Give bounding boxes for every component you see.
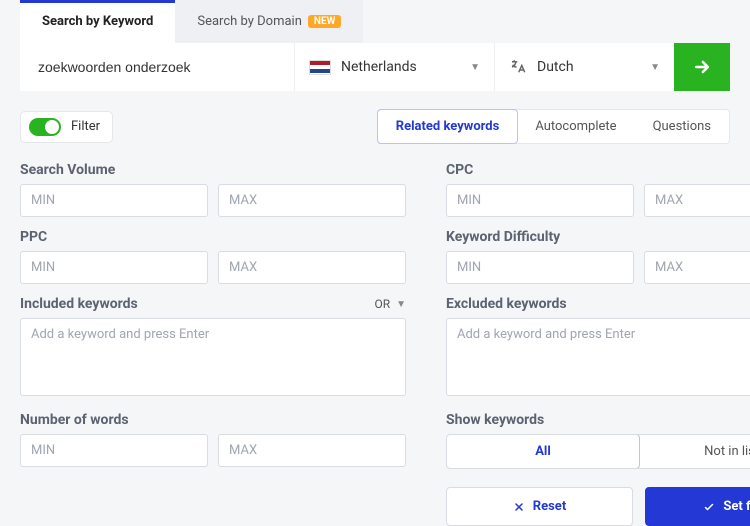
set-filter-label: Set filter: [723, 499, 750, 514]
tab-search-by-domain[interactable]: Search by Domain NEW: [175, 0, 363, 43]
filter-search-volume: Search Volume: [20, 162, 406, 217]
keyword-input[interactable]: [20, 43, 294, 91]
country-select[interactable]: Netherlands ▼: [294, 43, 494, 91]
filter-excluded-keywords: Excluded keywords OR ▼: [446, 296, 750, 400]
tab-search-by-keyword[interactable]: Search by Keyword: [20, 0, 175, 43]
search-bar: Netherlands ▼ Dutch ▼: [20, 43, 730, 91]
arrow-right-icon: [692, 57, 712, 77]
reset-button[interactable]: Reset: [446, 487, 633, 526]
kd-min[interactable]: [446, 251, 634, 284]
show-all-button[interactable]: All: [446, 434, 640, 469]
filter-ppc: PPC: [20, 229, 406, 284]
search-button[interactable]: [674, 43, 730, 91]
search-volume-label: Search Volume: [20, 162, 406, 178]
included-keywords-input[interactable]: [20, 318, 406, 396]
filter-toggle[interactable]: [29, 118, 61, 136]
tab-domain-label: Search by Domain: [197, 14, 302, 29]
reset-label: Reset: [533, 499, 566, 514]
ppc-max[interactable]: [218, 251, 406, 284]
show-keywords-segment: All Not in lists: [446, 434, 750, 469]
tab-related-keywords[interactable]: Related keywords: [377, 109, 519, 144]
cpc-label: CPC: [446, 162, 750, 178]
tab-autocomplete[interactable]: Autocomplete: [517, 110, 634, 143]
included-logic-value: OR: [374, 297, 390, 311]
chevron-down-icon: ▼: [650, 62, 660, 73]
kd-label: Keyword Difficulty: [446, 229, 750, 245]
excluded-keywords-input[interactable]: [446, 318, 750, 396]
cpc-max[interactable]: [644, 184, 750, 217]
filter-header-row: Filter Related keywords Autocomplete Que…: [20, 109, 730, 144]
language-value: Dutch: [537, 59, 640, 75]
filter-keyword-difficulty: Keyword Difficulty: [446, 229, 750, 284]
filter-toggle-pill: Filter: [20, 111, 113, 143]
filter-toggle-label: Filter: [71, 119, 100, 134]
filter-included-keywords: Included keywords OR ▼: [20, 296, 406, 400]
search-mode-tabs: Search by Keyword Search by Domain NEW: [20, 0, 730, 43]
country-value: Netherlands: [341, 59, 460, 75]
numwords-label: Number of words: [20, 412, 406, 428]
flag-netherlands-icon: [309, 60, 331, 75]
numwords-max[interactable]: [218, 434, 406, 467]
filter-cpc: CPC: [446, 162, 750, 217]
new-badge: NEW: [308, 15, 341, 28]
check-icon: [703, 501, 715, 513]
numwords-min[interactable]: [20, 434, 208, 467]
chevron-down-icon: ▼: [470, 62, 480, 73]
kd-max[interactable]: [644, 251, 750, 284]
close-icon: [513, 501, 525, 513]
tab-questions[interactable]: Questions: [635, 110, 729, 143]
search-volume-max[interactable]: [218, 184, 406, 217]
show-not-in-lists-button[interactable]: Not in lists: [639, 435, 750, 468]
ppc-label: PPC: [20, 229, 406, 245]
included-logic-select[interactable]: OR ▼: [374, 297, 406, 311]
show-keywords-label: Show keywords: [446, 412, 750, 428]
excluded-label: Excluded keywords: [446, 296, 567, 312]
translate-icon: [509, 58, 527, 76]
language-select[interactable]: Dutch ▼: [494, 43, 674, 91]
chevron-down-icon: ▼: [396, 299, 406, 310]
filter-number-of-words: Number of words: [20, 412, 406, 469]
filter-actions: Reset Set filter: [446, 487, 750, 526]
filter-show-keywords: Show keywords All Not in lists: [446, 412, 750, 469]
search-volume-min[interactable]: [20, 184, 208, 217]
keyword-type-tabs: Related keywords Autocomplete Questions: [377, 109, 730, 144]
set-filter-button[interactable]: Set filter: [645, 487, 750, 526]
cpc-min[interactable]: [446, 184, 634, 217]
included-label: Included keywords: [20, 296, 138, 312]
ppc-min[interactable]: [20, 251, 208, 284]
filters-grid: Search Volume CPC PPC Keyword Difficulty…: [20, 162, 730, 526]
